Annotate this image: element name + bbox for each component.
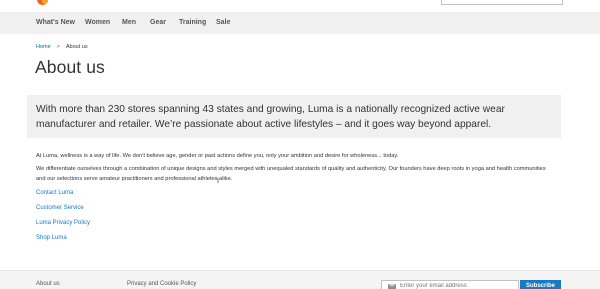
subscribe-button[interactable]: Subscribe — [520, 280, 561, 289]
mail-icon — [388, 284, 396, 289]
page-title: About us — [35, 57, 105, 77]
nav-item-gear[interactable]: Gear — [150, 12, 166, 34]
newsletter-email-input[interactable] — [400, 281, 518, 289]
luma-logo-icon[interactable] — [37, 0, 48, 5]
nav-item-whats-new[interactable]: What's New — [36, 12, 75, 34]
breadcrumb-home-link[interactable]: Home — [36, 44, 51, 50]
body-paragraph: We differentiate ourselves through a com… — [36, 166, 546, 182]
nav-item-sale[interactable]: Sale — [216, 12, 230, 34]
footer: About us Privacy and Cookie Policy Subsc… — [0, 270, 600, 289]
text-cursor-icon: I — [217, 178, 219, 185]
body-paragraph: At Luma, wellness is a way of life. We d… — [36, 153, 399, 159]
header-top — [0, 0, 600, 12]
intro-text: With more than 230 stores spanning 43 st… — [36, 104, 505, 130]
intro-banner: With more than 230 stores spanning 43 st… — [27, 95, 561, 138]
privacy-policy-link[interactable]: Luma Privacy Policy — [36, 220, 90, 226]
nav-item-women[interactable]: Women — [85, 12, 110, 34]
shop-luma-link[interactable]: Shop Luma — [36, 235, 67, 241]
search-input[interactable] — [441, 0, 563, 5]
footer-privacy-link[interactable]: Privacy and Cookie Policy — [127, 281, 196, 287]
breadcrumb-current: About us — [65, 44, 88, 50]
footer-about-us-link[interactable]: About us — [36, 281, 60, 287]
newsletter-field — [381, 280, 519, 289]
nav-item-training[interactable]: Training — [179, 12, 206, 34]
breadcrumb: Home > About us — [36, 44, 88, 50]
main-nav: What's New Women Men Gear Training Sale — [0, 12, 600, 34]
breadcrumb-separator: > — [56, 44, 60, 50]
customer-service-link[interactable]: Customer Service — [36, 205, 84, 211]
nav-item-men[interactable]: Men — [122, 12, 136, 34]
contact-luma-link[interactable]: Contact Luma — [36, 190, 73, 196]
